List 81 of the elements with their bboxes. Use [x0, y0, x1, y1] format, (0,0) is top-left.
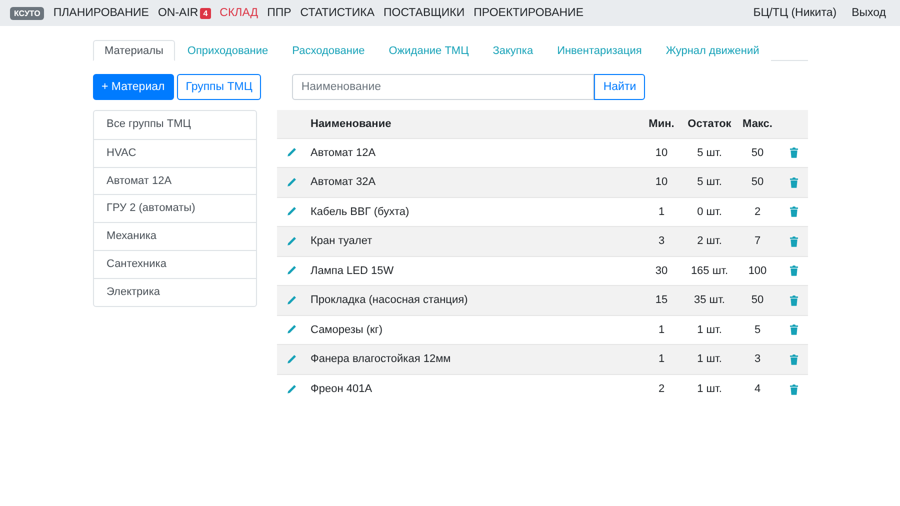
pencil-icon[interactable]	[286, 265, 297, 276]
table-cell: 15	[640, 286, 684, 315]
pencil-icon[interactable]	[286, 176, 297, 188]
search-field[interactable]: Наименование	[292, 74, 594, 100]
table-cell: Фреон 401А	[306, 374, 640, 404]
trash-icon[interactable]	[790, 206, 798, 218]
column-header: Мин.	[640, 110, 684, 138]
table-cell: 5	[736, 315, 780, 344]
pencil-icon[interactable]	[286, 324, 297, 336]
trash-icon[interactable]	[790, 147, 798, 158]
nav-link[interactable]: ПРОЕКТИРОВАНИЕ	[474, 7, 584, 19]
table-cell: Прокладка (насосная станция)	[306, 286, 640, 315]
table-cell: 1 шт.	[684, 344, 736, 374]
trash-icon[interactable]	[790, 265, 798, 276]
pencil-icon[interactable]	[286, 147, 297, 158]
trash-icon[interactable]	[790, 384, 798, 395]
table-cell: 165 шт.	[684, 256, 736, 286]
table-cell: Фанера влагостойкая 12мм	[306, 344, 640, 374]
table-cell: 2	[640, 374, 684, 404]
trash-icon[interactable]	[790, 294, 798, 306]
pencil-icon[interactable]	[286, 294, 297, 306]
nav-link[interactable]: ППР	[267, 7, 292, 19]
nav-link[interactable]: СКЛАД	[220, 7, 258, 19]
trash-icon[interactable]	[790, 176, 798, 188]
table-cell: 1 шт.	[684, 315, 736, 344]
add-material-button[interactable]: + Материал	[92, 74, 174, 100]
pencil-icon[interactable]	[286, 354, 297, 365]
group-item[interactable]: Сантехника	[94, 250, 256, 278]
user-link[interactable]: БЦ/ТЦ (Никита)	[753, 7, 837, 19]
table-cell: 4	[736, 374, 780, 404]
table-cell: Автомат 32А	[306, 168, 640, 197]
table-cell: 10	[640, 138, 684, 168]
table-cell: 3	[736, 344, 780, 374]
table-cell: 50	[736, 168, 780, 197]
table-cell: 1	[640, 197, 684, 226]
group-item[interactable]: Электрика	[94, 278, 256, 306]
table-cell: 1	[640, 344, 684, 374]
group-item[interactable]: Автомат 12А	[94, 166, 256, 194]
table-cell: 2 шт.	[684, 226, 736, 256]
pencil-icon[interactable]	[286, 206, 297, 218]
table-cell: Кран туалет	[306, 226, 640, 256]
notification-badge: 4	[200, 8, 211, 18]
nav-link[interactable]: СТАТИСТИКА	[300, 7, 374, 19]
table-cell: Автомат 12А	[306, 138, 640, 168]
logout-link[interactable]: Выход	[852, 7, 886, 19]
group-item[interactable]: Механика	[94, 222, 256, 250]
trash-icon[interactable]	[790, 324, 798, 336]
brand-logo[interactable]: КСУТО	[10, 6, 44, 20]
table-cell: 1	[640, 315, 684, 344]
table-cell: 3	[640, 226, 684, 256]
table-cell: 50	[736, 286, 780, 315]
pencil-icon[interactable]	[286, 384, 297, 395]
table-cell: Саморезы (кг)	[306, 315, 640, 344]
table-cell: 35 шт.	[684, 286, 736, 315]
table-cell: 0 шт.	[684, 197, 736, 226]
table-cell: 100	[736, 256, 780, 286]
table-cell: 5 шт.	[684, 168, 736, 197]
table-cell: 30	[640, 256, 684, 286]
table-cell: 5 шт.	[684, 138, 736, 168]
table-cell: 10	[640, 168, 684, 197]
table-cell: Кабель ВВГ (бухта)	[306, 197, 640, 226]
column-header: Наименование	[306, 110, 640, 138]
nav-link[interactable]: ПЛАНИРОВАНИЕ	[53, 7, 149, 19]
tab[interactable]: Материалы	[92, 40, 176, 61]
group-item[interactable]: HVAC	[94, 138, 256, 167]
trash-icon[interactable]	[790, 354, 798, 365]
group-item[interactable]: Все группы ТМЦ	[94, 111, 256, 139]
column-header: Остаток	[684, 110, 736, 138]
pencil-icon[interactable]	[286, 236, 297, 247]
table-cell: 50	[736, 138, 780, 168]
nav-link[interactable]: ПОСТАВЩИКИ	[384, 7, 465, 19]
search-button[interactable]: Найти	[594, 74, 646, 100]
table-cell: 7	[736, 226, 780, 256]
table-cell: 1 шт.	[684, 374, 736, 404]
groups-button[interactable]: Группы ТМЦ	[176, 74, 262, 100]
table-cell: Лампа LED 15W	[306, 256, 640, 286]
nav-link[interactable]: ON-AIR 4	[158, 7, 211, 19]
table-cell: 2	[736, 197, 780, 226]
group-item[interactable]: ГРУ 2 (автоматы)	[94, 194, 256, 222]
trash-icon[interactable]	[790, 236, 798, 247]
column-header: Макс.	[736, 110, 780, 138]
